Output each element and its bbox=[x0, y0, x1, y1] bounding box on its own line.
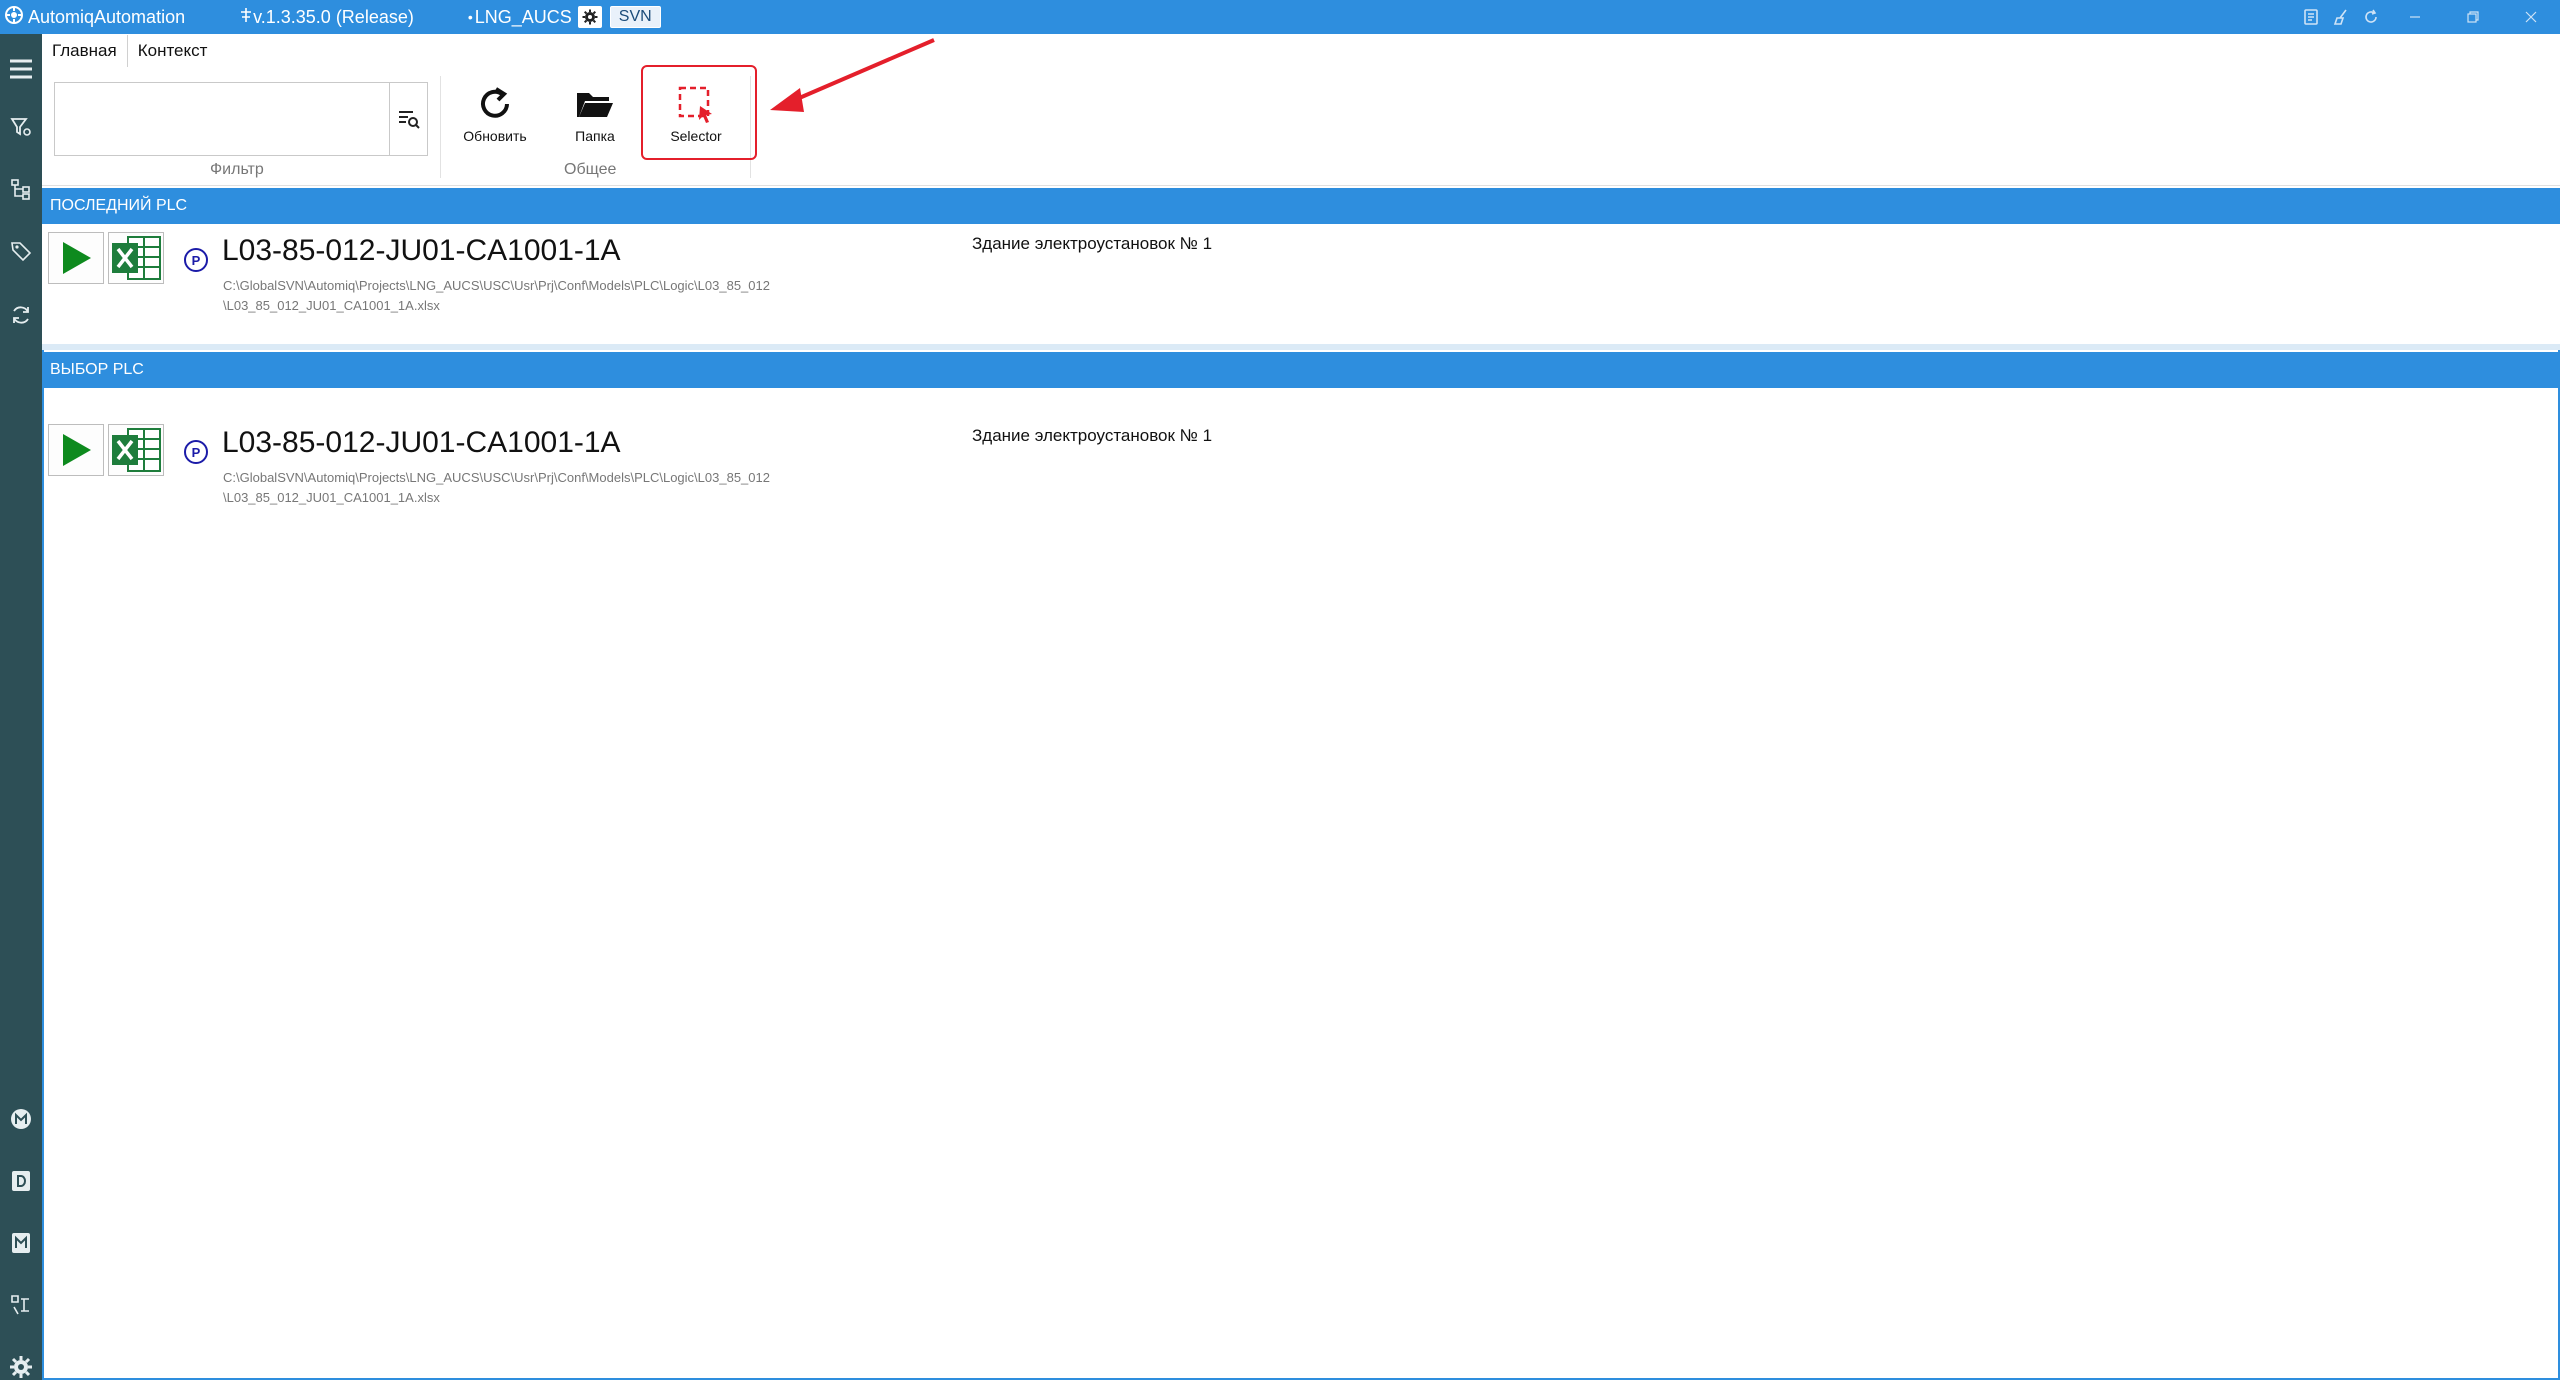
section-header-last-plc: ПОСЛЕДНИЙ PLC bbox=[42, 188, 2560, 224]
project-name: LNG_AUCS bbox=[474, 6, 572, 27]
sync-icon bbox=[13, 306, 29, 324]
run-button[interactable] bbox=[48, 424, 104, 476]
sidebar-filter-button[interactable] bbox=[0, 106, 42, 148]
sidebar-settings-button[interactable] bbox=[0, 1346, 42, 1380]
folder-label: Папка bbox=[575, 128, 615, 144]
sidebar-plc-button[interactable] bbox=[0, 1284, 42, 1326]
clean-button[interactable] bbox=[2326, 0, 2356, 34]
version-text: v.1.3.35.0 (Release) bbox=[253, 6, 414, 27]
annotation-arrow-icon bbox=[770, 38, 935, 112]
play-icon bbox=[63, 434, 91, 466]
sidebar-m-square-button[interactable] bbox=[0, 1222, 42, 1264]
filter-box bbox=[54, 82, 428, 156]
reload-button[interactable] bbox=[2356, 0, 2386, 34]
notes-icon bbox=[2304, 9, 2318, 25]
svn-button[interactable]: SVN bbox=[609, 6, 661, 28]
ribbon-tabs: Главная Контекст bbox=[42, 34, 2560, 68]
filter-input[interactable] bbox=[55, 83, 389, 155]
group-separator bbox=[440, 76, 441, 178]
left-sidebar bbox=[0, 34, 42, 1380]
app-title: AutomiqAutomation bbox=[4, 5, 185, 30]
sidebar-menu-button[interactable] bbox=[0, 48, 42, 90]
filter-search-icon bbox=[398, 111, 420, 129]
excel-button[interactable] bbox=[108, 424, 164, 476]
minimize-icon bbox=[2410, 16, 2420, 18]
gear-icon bbox=[582, 9, 598, 25]
ribbon: Фильтр Обновить Папка Selector Общее bbox=[42, 68, 2560, 186]
selector-highlight-box bbox=[641, 65, 757, 160]
filter-search-button[interactable] bbox=[389, 83, 427, 155]
plc-description: Здание электроустановок № 1 bbox=[972, 234, 1213, 253]
window-controls bbox=[2296, 0, 2560, 34]
project-settings-button[interactable] bbox=[577, 6, 602, 28]
project-info: • LNG_AUCS SVN bbox=[468, 6, 661, 28]
plc-type-badge: P bbox=[184, 440, 208, 464]
plc-path-line-1: C:\GlobalSVN\Automiq\Projects\LNG_AUCS\U… bbox=[223, 470, 770, 485]
sidebar-sync-button[interactable] bbox=[0, 294, 42, 336]
plc-path: C:\GlobalSVN\Automiq\Projects\LNG_AUCS\U… bbox=[223, 276, 863, 316]
excel-icon bbox=[112, 236, 161, 280]
restore-icon bbox=[2467, 11, 2479, 23]
broom-icon bbox=[2333, 9, 2347, 25]
restore-button[interactable] bbox=[2444, 0, 2502, 34]
plc-name: L03-85-012-JU01-CA1001-1A bbox=[222, 426, 621, 459]
tab-home[interactable]: Главная bbox=[42, 35, 128, 67]
folder-icon bbox=[577, 93, 613, 117]
plc-path-line-2: \L03_85_012_JU01_CA1001_1A.xlsx bbox=[223, 490, 440, 505]
tags-icon bbox=[11, 242, 32, 262]
general-group-label: Общее bbox=[564, 161, 617, 178]
folder-button[interactable]: Папка bbox=[550, 80, 640, 156]
plc-description: Здание электроустановок № 1 bbox=[972, 426, 1213, 445]
play-icon bbox=[63, 242, 91, 274]
list-item-select-plc[interactable]: P L03-85-012-JU01-CA1001-1A C:\GlobalSVN… bbox=[42, 388, 2560, 508]
tree-icon bbox=[11, 179, 30, 200]
plc-name: L03-85-012-JU01-CA1001-1A bbox=[222, 234, 621, 267]
m-square-icon bbox=[12, 1233, 30, 1253]
settings-icon bbox=[10, 1356, 32, 1378]
plc-icon bbox=[11, 1295, 29, 1315]
excel-button[interactable] bbox=[108, 232, 164, 284]
list-item-last-plc[interactable]: P L03-85-012-JU01-CA1001-1A C:\GlobalSVN… bbox=[42, 224, 2560, 344]
plc-path-line-2: \L03_85_012_JU01_CA1001_1A.xlsx bbox=[223, 298, 440, 313]
plc-type-badge: P bbox=[184, 248, 208, 272]
d-square-icon bbox=[12, 1171, 30, 1191]
minimize-button[interactable] bbox=[2386, 0, 2444, 34]
close-button[interactable] bbox=[2502, 0, 2560, 34]
filter-settings-icon bbox=[10, 118, 31, 136]
reload-icon bbox=[2365, 9, 2377, 23]
sidebar-tags-button[interactable] bbox=[0, 230, 42, 272]
app-logo-icon bbox=[4, 5, 28, 30]
version-info: v.1.3.35.0 (Release) bbox=[239, 7, 414, 28]
sidebar-tree-button[interactable] bbox=[0, 168, 42, 210]
menu-icon bbox=[10, 59, 32, 79]
sidebar-d-button[interactable] bbox=[0, 1160, 42, 1202]
version-icon bbox=[239, 7, 253, 28]
filter-group-label: Фильтр bbox=[210, 161, 264, 178]
refresh-label: Обновить bbox=[463, 128, 527, 144]
plc-path: C:\GlobalSVN\Automiq\Projects\LNG_AUCS\U… bbox=[223, 468, 863, 508]
run-button[interactable] bbox=[48, 232, 104, 284]
app-name: AutomiqAutomation bbox=[28, 6, 186, 27]
section-header-select-plc: ВЫБОР PLC bbox=[42, 352, 2560, 388]
plc-path-line-1: C:\GlobalSVN\Automiq\Projects\LNG_AUCS\U… bbox=[223, 278, 770, 293]
refresh-button[interactable]: Обновить bbox=[450, 80, 540, 156]
project-dot-icon: • bbox=[467, 9, 473, 25]
close-icon bbox=[2525, 11, 2537, 23]
sidebar-m-circle-button[interactable] bbox=[0, 1098, 42, 1140]
excel-icon bbox=[112, 428, 161, 472]
m-circle-icon bbox=[11, 1109, 31, 1129]
title-bar: AutomiqAutomation v.1.3.35.0 (Release) •… bbox=[0, 0, 2560, 34]
refresh-icon bbox=[481, 87, 509, 118]
tab-context[interactable]: Контекст bbox=[128, 35, 218, 67]
notes-button[interactable] bbox=[2296, 0, 2326, 34]
